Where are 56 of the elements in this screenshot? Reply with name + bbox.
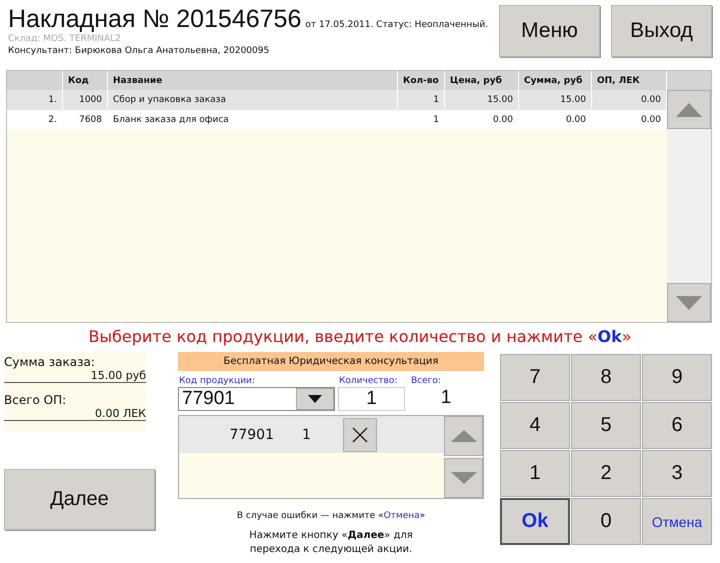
table-row[interactable]: 1. 1000 Сбор и упаковка заказа 1 15.00 15.00 0.00 [7,90,667,110]
digit-key[interactable]: 1 [500,450,570,497]
total-label: Всего ОП: [4,393,68,407]
digit-key[interactable]: 7 [500,354,570,401]
scroll-up-button[interactable] [444,416,483,456]
up-arrow-icon [450,430,476,442]
instruction-message: Выберите код продукции, введите количество и нажмите «Ok» [87,327,633,348]
digit-key[interactable]: 6 [642,402,712,449]
caret-icon [308,395,322,403]
digit-key[interactable]: 9 [642,354,712,401]
error-hint: В случае ошибки — нажмите «Отмена» [236,511,426,521]
quantity-field[interactable]: 1 [338,387,405,411]
total-label: Всего: [411,376,441,386]
dropdown-button[interactable] [296,388,334,410]
down-arrow-icon [676,296,702,310]
next-button[interactable]: Далее [4,469,155,530]
digit-key[interactable]: 8 [571,354,641,401]
table-cell: 2. [7,110,63,130]
delete-button[interactable] [343,418,377,452]
total-label: Сумма заказа: [4,355,96,369]
scroll-up-button[interactable] [667,90,711,129]
promo-banner: Бесплатная Юридическая консультация [178,352,484,371]
code-field[interactable]: 77901 [178,387,335,411]
close-icon [352,426,368,442]
total-value: 1 [440,387,452,410]
digit-key[interactable]: 2 [571,450,641,497]
table-cell: Бланк заказа для офиса [108,110,398,130]
scroll-down-button[interactable] [667,283,711,322]
entry-code: 77901 [228,426,274,442]
total-value: 0.00 ЛЕК [94,407,146,420]
invoice-title: Накладная № 201546756 [8,5,302,34]
warehouse-label: Склад: MOS. TERMINAL2 [8,34,122,45]
digit-key[interactable]: 3 [642,450,712,497]
table-cell: 1 [398,110,445,130]
next-hint: Нажмите кнопку «Далее» для перехода к следующей акции. [248,529,414,557]
digit-key[interactable]: 5 [571,402,641,449]
ok-key[interactable]: Ok [500,498,570,545]
top-button[interactable]: Выход [611,5,712,57]
table-row[interactable]: 2. 7608 Бланк заказа для офиса 1 0.00 0.00 0.00 [7,110,667,130]
table-cell: 0.00 [445,110,519,130]
consultant-label: Консультант: Бирюкова Ольга Анатольевна, 20200095 [8,45,270,57]
table-cell: 7608 [63,110,108,130]
total-value: 15.00 руб [90,369,146,382]
entry-quantity: 1 [301,426,312,442]
quantity-label: Количество: [339,376,398,386]
code-label: Код продукции: [179,376,255,386]
cancel-key[interactable]: Отмена [642,498,712,545]
entry-row[interactable]: 77901 1 [179,416,444,453]
scroll-down-button[interactable] [444,458,483,498]
down-arrow-icon [450,472,476,484]
digit-key[interactable]: 0 [571,498,641,545]
top-button[interactable]: Меню [499,5,600,57]
up-arrow-icon [676,102,702,116]
invoice-status: от 17.05.2011. Статус: Неоплаченный. [305,20,488,30]
table-cell: 0.00 [519,110,592,130]
digit-key[interactable]: 4 [500,402,570,449]
